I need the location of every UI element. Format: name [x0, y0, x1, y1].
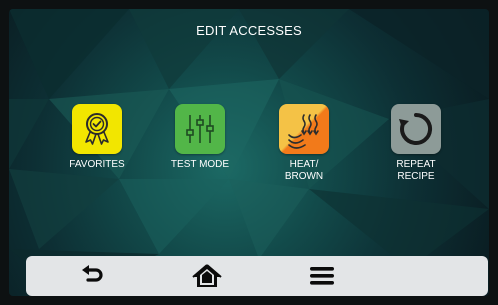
back-icon — [82, 265, 103, 282]
tile-repeat-recipe[interactable]: REPEAT RECIPE — [381, 104, 451, 183]
home-button[interactable] — [187, 260, 227, 292]
test-mode-icon-box — [175, 104, 225, 154]
tile-test-mode-label: TEST MODE — [170, 159, 230, 170]
page-title: EDIT ACCESSES — [196, 23, 302, 38]
bottom-navbar — [26, 256, 488, 296]
menu-icon — [310, 267, 334, 285]
tile-favorites[interactable]: FAVORITES — [62, 104, 132, 171]
sliders-icon — [186, 115, 214, 143]
heat-brown-icon-box — [279, 104, 329, 154]
tile-heat-brown[interactable]: HEAT/ BROWN — [269, 104, 339, 183]
tile-favorites-label: FAVORITES — [69, 159, 125, 170]
tile-repeat-recipe-label: REPEAT RECIPE — [396, 159, 436, 182]
home-icon — [192, 264, 222, 287]
screen: EDIT ACCESSES FAVORITES TEST MODE HEAT/ … — [9, 9, 489, 296]
device-frame: EDIT ACCESSES FAVORITES TEST MODE HEAT/ … — [0, 0, 498, 305]
back-button[interactable] — [72, 260, 112, 292]
repeat-recipe-icon-box — [391, 104, 441, 154]
heat-brown-icon — [288, 114, 319, 149]
favorites-icon-box — [72, 104, 122, 154]
award-ribbon-icon — [85, 113, 109, 145]
menu-button[interactable] — [302, 260, 342, 292]
tile-test-mode[interactable]: TEST MODE — [165, 104, 235, 171]
repeat-icon — [399, 112, 433, 145]
tile-heat-brown-label: HEAT/ BROWN — [284, 159, 324, 182]
